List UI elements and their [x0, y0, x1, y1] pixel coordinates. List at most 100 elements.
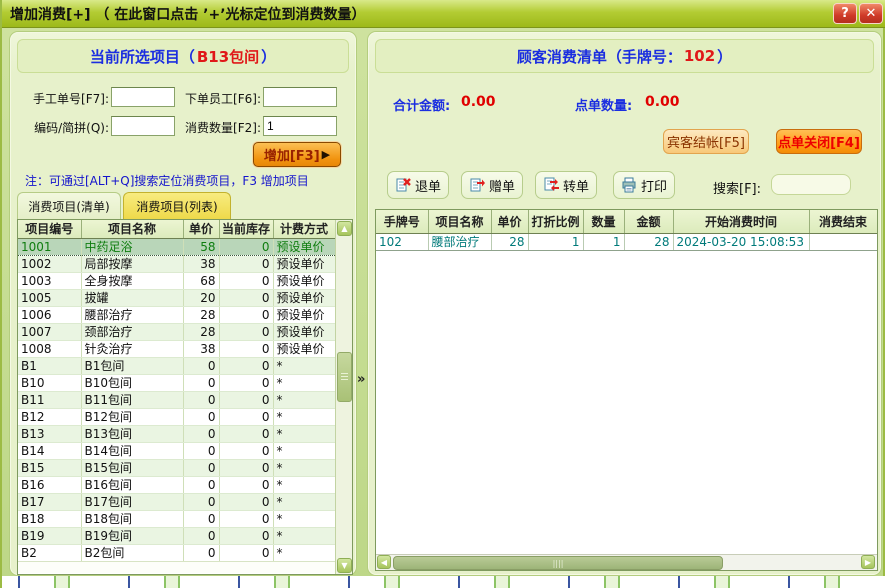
tab-label: 消费项目(清单): [28, 198, 109, 215]
scroll-left-icon[interactable]: ◀: [377, 555, 391, 569]
table-cell: 0: [219, 255, 273, 272]
guest-checkout-button[interactable]: 宾客结帐[F5]: [663, 129, 749, 154]
table-cell: *: [273, 391, 335, 408]
table-row[interactable]: 1008针灸治疗380预设单价: [18, 340, 335, 357]
manual-no-input[interactable]: [111, 87, 175, 107]
document-x-icon: [395, 177, 411, 193]
table-cell: B17: [18, 493, 81, 510]
items-vscroll-thumb[interactable]: [337, 352, 352, 402]
column-header[interactable]: 手牌号: [376, 210, 428, 233]
table-cell: 20: [183, 289, 219, 306]
table-cell: 0: [219, 306, 273, 323]
table-row[interactable]: B11B11包间00*: [18, 391, 335, 408]
refund-button[interactable]: 退单: [387, 171, 449, 199]
orders-hscroll-thumb[interactable]: [393, 556, 723, 570]
column-header[interactable]: 计费方式: [273, 220, 335, 238]
table-row[interactable]: B1B1包间00*: [18, 357, 335, 374]
table-cell: B14包间: [81, 442, 183, 459]
items-vscrollbar[interactable]: ▲ ▼: [335, 220, 352, 574]
column-header[interactable]: 项目名称: [428, 210, 491, 233]
table-cell: 0: [183, 442, 219, 459]
hand-tag-number: 102: [682, 47, 717, 65]
column-header[interactable]: 打折比例: [528, 210, 583, 233]
table-cell: *: [273, 476, 335, 493]
staff-input[interactable]: [263, 87, 337, 107]
table-row[interactable]: B15B15包间00*: [18, 459, 335, 476]
table-row[interactable]: 1002局部按摩380预设单价: [18, 255, 335, 272]
scroll-down-icon[interactable]: ▼: [337, 558, 352, 573]
orders-hscrollbar[interactable]: ◀ ▶: [376, 554, 877, 570]
table-cell: 0: [183, 510, 219, 527]
close-order-button[interactable]: 点单关闭[F4]: [776, 129, 862, 154]
total-amount-value: 0.00: [461, 94, 496, 110]
table-cell: 0: [219, 272, 273, 289]
column-header[interactable]: 单价: [491, 210, 528, 233]
table-cell: B10包间: [81, 374, 183, 391]
total-amount-label: 合计金额:: [393, 95, 450, 114]
table-row[interactable]: B12B12包间00*: [18, 408, 335, 425]
table-cell: 0: [183, 391, 219, 408]
orders-table-container: 手牌号项目名称单价打折比例数量金额开始消费时间消费结束102腰部治疗281128…: [375, 209, 878, 571]
column-header[interactable]: 项目名称: [81, 220, 183, 238]
code-input[interactable]: [111, 116, 175, 136]
table-cell: 1007: [18, 323, 81, 340]
table-cell: 预设单价: [273, 255, 335, 272]
qty-input[interactable]: [263, 116, 337, 136]
column-header[interactable]: 数量: [583, 210, 624, 233]
table-cell: 预设单价: [273, 340, 335, 357]
table-row[interactable]: B10B10包间00*: [18, 374, 335, 391]
table-cell: 预设单价: [273, 306, 335, 323]
desktop-background-strip: [2, 576, 885, 588]
title-bar[interactable]: 增加消费[+] （ 在此窗口点击 ’+’光标定位到消费数量） ? ✕: [2, 0, 885, 28]
table-row[interactable]: B16B16包间00*: [18, 476, 335, 493]
items-hscroll-track[interactable]: [18, 561, 336, 573]
column-header[interactable]: 单价: [183, 220, 219, 238]
panel-splitter[interactable]: »: [356, 32, 368, 575]
table-cell: 预设单价: [273, 272, 335, 289]
items-table: 项目编号项目名称单价当前库存计费方式1001中药足浴580预设单价1002局部按…: [18, 220, 336, 562]
table-cell: *: [273, 408, 335, 425]
table-row[interactable]: 1001中药足浴580预设单价: [18, 238, 335, 255]
document-transfer-icon: [543, 177, 559, 193]
table-row[interactable]: 1005拔罐200预设单价: [18, 289, 335, 306]
close-button[interactable]: ✕: [859, 3, 883, 24]
table-row[interactable]: B13B13包间00*: [18, 425, 335, 442]
add-button[interactable]: 增加[F3] ▶: [253, 142, 341, 167]
table-row[interactable]: B18B18包间00*: [18, 510, 335, 527]
scroll-right-icon[interactable]: ▶: [861, 555, 875, 569]
table-cell: 0: [183, 493, 219, 510]
table-row[interactable]: B17B17包间00*: [18, 493, 335, 510]
table-row[interactable]: 1006腰部治疗280预设单价: [18, 306, 335, 323]
column-header[interactable]: 项目编号: [18, 220, 81, 238]
table-row[interactable]: B19B19包间00*: [18, 527, 335, 544]
table-row[interactable]: B2B2包间00*: [18, 544, 335, 561]
table-row[interactable]: 1007颈部治疗280预设单价: [18, 323, 335, 340]
table-cell: 0: [183, 459, 219, 476]
table-cell: *: [273, 442, 335, 459]
tab-items-list[interactable]: 消费项目(列表): [123, 192, 231, 219]
gift-label: 赠单: [489, 176, 515, 195]
table-row[interactable]: 1003全身按摩680预设单价: [18, 272, 335, 289]
table-row[interactable]: B14B14包间00*: [18, 442, 335, 459]
transfer-button[interactable]: 转单: [535, 171, 597, 199]
gift-button[interactable]: 赠单: [461, 171, 523, 199]
table-cell: 0: [183, 527, 219, 544]
column-header[interactable]: 金额: [624, 210, 673, 233]
help-icon: ?: [841, 6, 849, 21]
help-button[interactable]: ?: [833, 3, 857, 24]
left-panel-title: 当前所选项目（B13包间）: [17, 39, 349, 73]
table-row[interactable]: 102腰部治疗2811282024-03-20 15:08:53: [376, 233, 877, 250]
column-header[interactable]: 当前库存: [219, 220, 273, 238]
column-header[interactable]: 消费结束: [809, 210, 877, 233]
search-input[interactable]: [771, 174, 851, 195]
table-cell: *: [273, 493, 335, 510]
column-header[interactable]: 开始消费时间: [673, 210, 809, 233]
print-label: 打印: [641, 176, 667, 195]
table-cell: 0: [219, 391, 273, 408]
tab-items-detail[interactable]: 消费项目(清单): [17, 192, 121, 219]
table-cell: 1: [583, 233, 624, 250]
scroll-up-icon[interactable]: ▲: [337, 221, 352, 236]
selected-items-panel: 当前所选项目（B13包间） 手工单号[F7]: 下单员工[F6]: 编码/简拼(…: [10, 32, 356, 575]
print-button[interactable]: 打印: [613, 171, 675, 199]
table-cell: 0: [219, 442, 273, 459]
